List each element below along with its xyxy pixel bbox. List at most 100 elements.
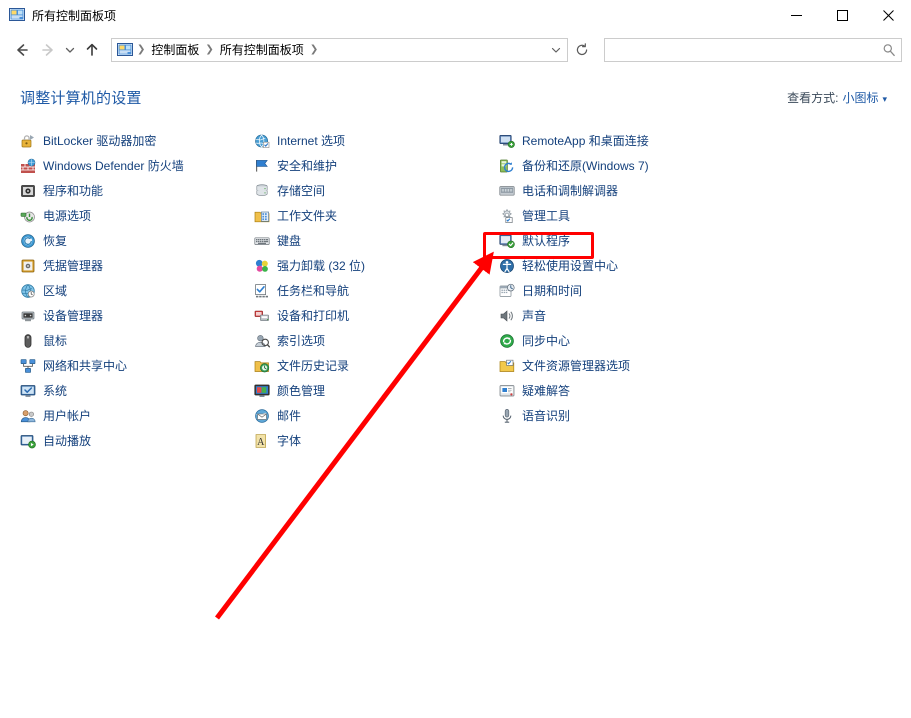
speech-recognition-icon xyxy=(499,408,515,424)
control-panel-item[interactable]: 凭据管理器 xyxy=(18,253,252,278)
control-panel-item[interactable]: 区域 xyxy=(18,278,252,303)
control-panel-window: 所有控制面板项 xyxy=(0,0,911,718)
control-panel-item[interactable]: 日期和时间 xyxy=(497,278,797,303)
control-panel-item-label: 邮件 xyxy=(277,408,301,424)
control-panel-item[interactable]: 任务栏和导航 xyxy=(252,278,486,303)
control-panel-item-label: 声音 xyxy=(522,308,546,324)
ease-of-access-icon xyxy=(499,258,515,274)
control-panel-item[interactable]: 电话和调制解调器 xyxy=(497,178,797,203)
window-title: 所有控制面板项 xyxy=(32,7,116,24)
control-panel-item[interactable]: 恢复 xyxy=(18,228,252,253)
phone-modem-icon xyxy=(499,183,515,199)
control-panel-item[interactable]: 文件历史记录 xyxy=(252,353,486,378)
control-panel-item-label: 字体 xyxy=(277,433,301,449)
control-panel-item[interactable]: 备份和还原(Windows 7) xyxy=(497,153,797,178)
control-panel-item[interactable]: BitLocker 驱动器加密 xyxy=(18,128,252,153)
firewall-icon xyxy=(20,158,36,174)
address-bar[interactable]: ❯ 控制面板 ❯ 所有控制面板项 ❯ xyxy=(111,38,568,62)
control-panel-item-label: 设备管理器 xyxy=(43,308,103,324)
control-panel-item[interactable]: 声音 xyxy=(497,303,797,328)
control-panel-item[interactable]: 用户帐户 xyxy=(18,403,252,428)
autoplay-icon xyxy=(20,433,36,449)
control-panel-item-label: 鼠标 xyxy=(43,333,67,349)
control-panel-item[interactable]: Windows Defender 防火墙 xyxy=(18,153,252,178)
control-panel-item-label: 恢复 xyxy=(43,233,67,249)
view-by-label: 查看方式: xyxy=(787,89,838,106)
recovery-icon xyxy=(20,233,36,249)
breadcrumb-item-all-items[interactable]: 所有控制面板项 xyxy=(216,39,308,60)
content-area: 调整计算机的设置 查看方式: 小图标 ▾ BitLocker 驱动器加密Wind… xyxy=(0,68,911,718)
control-panel-item[interactable]: 索引选项 xyxy=(252,328,486,353)
control-panel-item-label: 文件资源管理器选项 xyxy=(522,358,630,374)
refresh-icon[interactable] xyxy=(569,38,595,62)
bitlocker-icon xyxy=(20,133,36,149)
control-panel-item[interactable]: 邮件 xyxy=(252,403,486,428)
control-panel-item[interactable]: 疑难解答 xyxy=(497,378,797,403)
keyboard-icon xyxy=(254,233,270,249)
remoteapp-icon xyxy=(499,133,515,149)
indexing-options-icon xyxy=(254,333,270,349)
region-icon xyxy=(20,283,36,299)
backup-restore-icon xyxy=(499,158,515,174)
control-panel-item[interactable]: 语音识别 xyxy=(497,403,797,428)
items-column-3: RemoteApp 和桌面连接备份和还原(Windows 7) 电话和调制解调器管… xyxy=(497,128,797,453)
search-box[interactable] xyxy=(604,38,902,62)
control-panel-item[interactable]: 颜色管理 xyxy=(252,378,486,403)
control-panel-item[interactable]: 强力卸载 (32 位) xyxy=(252,253,486,278)
search-icon[interactable] xyxy=(877,39,901,61)
page-title: 调整计算机的设置 xyxy=(20,87,142,108)
control-panel-item[interactable]: A字体 xyxy=(252,428,486,453)
device-manager-icon xyxy=(20,308,36,324)
control-panel-item[interactable]: 工作文件夹 xyxy=(252,203,486,228)
force-uninstall-icon xyxy=(254,258,270,274)
view-by-chevron-down-icon[interactable]: ▾ xyxy=(882,94,887,105)
view-by-value[interactable]: 小图标 xyxy=(842,89,878,106)
view-by-control: 查看方式: 小图标 ▾ xyxy=(787,89,887,106)
control-panel-item[interactable]: 网络和共享中心 xyxy=(18,353,252,378)
devices-printers-icon xyxy=(254,308,270,324)
navigation-bar: ❯ 控制面板 ❯ 所有控制面板项 ❯ xyxy=(0,31,911,68)
programs-features-icon xyxy=(20,183,36,199)
control-panel-item[interactable]: 存储空间 xyxy=(252,178,486,203)
control-panel-item-label: 文件历史记录 xyxy=(277,358,349,374)
control-panel-item-label: 设备和打印机 xyxy=(277,308,349,324)
control-panel-item-label: 程序和功能 xyxy=(43,183,103,199)
address-chevron-down-icon[interactable] xyxy=(545,39,567,61)
search-input[interactable] xyxy=(605,43,877,57)
control-panel-item-label: 电话和调制解调器 xyxy=(522,183,618,199)
control-panel-item[interactable]: 安全和维护 xyxy=(252,153,486,178)
back-arrow-icon[interactable] xyxy=(9,37,35,63)
content-header: 调整计算机的设置 查看方式: 小图标 ▾ xyxy=(0,68,911,126)
control-panel-item[interactable]: 电源选项 xyxy=(18,203,252,228)
sync-center-icon xyxy=(499,333,515,349)
recent-locations-chevron-down-icon[interactable] xyxy=(61,37,79,63)
control-panel-item[interactable]: 键盘 xyxy=(252,228,486,253)
user-accounts-icon xyxy=(20,408,36,424)
mouse-icon xyxy=(20,333,36,349)
control-panel-item[interactable]: RemoteApp 和桌面连接 xyxy=(497,128,797,153)
address-control-panel-icon xyxy=(117,42,133,58)
control-panel-item[interactable]: 管理工具 xyxy=(497,203,797,228)
control-panel-item[interactable]: 同步中心 xyxy=(497,328,797,353)
close-button[interactable] xyxy=(865,0,911,31)
control-panel-item[interactable]: 文件资源管理器选项 xyxy=(497,353,797,378)
control-panel-item-label: 工作文件夹 xyxy=(277,208,337,224)
control-panel-item-label: 强力卸载 (32 位) xyxy=(277,258,365,274)
control-panel-item-label: 键盘 xyxy=(277,233,301,249)
control-panel-item-label: 同步中心 xyxy=(522,333,570,349)
up-arrow-icon[interactable] xyxy=(79,37,105,63)
control-panel-item[interactable]: Internet 选项 xyxy=(252,128,486,153)
control-panel-item[interactable]: 设备管理器 xyxy=(18,303,252,328)
control-panel-items-grid: BitLocker 驱动器加密Windows Defender 防火墙程序和功能… xyxy=(0,126,911,453)
control-panel-item[interactable]: 程序和功能 xyxy=(18,178,252,203)
control-panel-item[interactable]: 自动播放 xyxy=(18,428,252,453)
control-panel-icon xyxy=(9,7,25,23)
maximize-button[interactable] xyxy=(819,0,865,31)
breadcrumb-item-control-panel[interactable]: 控制面板 xyxy=(147,39,203,60)
control-panel-item[interactable]: 鼠标 xyxy=(18,328,252,353)
breadcrumb-separator-trailing[interactable]: ❯ xyxy=(308,44,320,55)
control-panel-item[interactable]: 设备和打印机 xyxy=(252,303,486,328)
control-panel-item[interactable]: 系统 xyxy=(18,378,252,403)
minimize-button[interactable] xyxy=(773,0,819,31)
items-column-1: BitLocker 驱动器加密Windows Defender 防火墙程序和功能… xyxy=(18,128,252,453)
